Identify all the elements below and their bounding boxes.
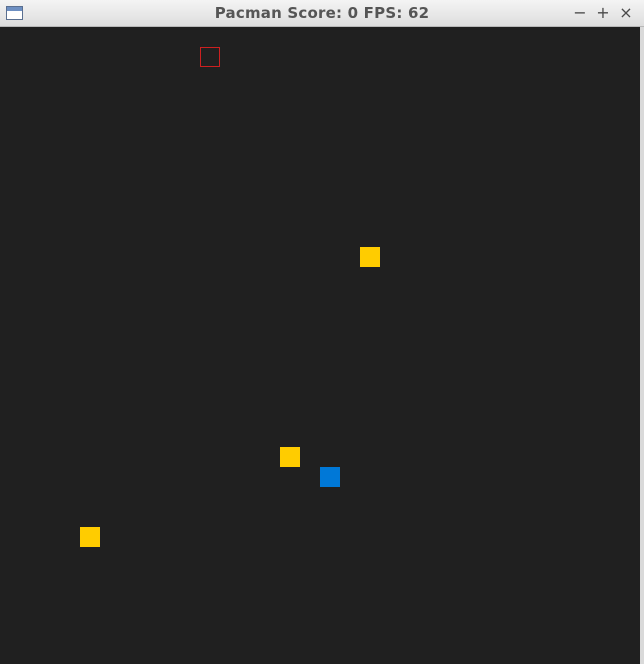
pellet [280, 447, 300, 467]
ghost [200, 47, 220, 67]
close-button[interactable]: × [617, 3, 635, 23]
pellet [360, 247, 380, 267]
window-border [640, 27, 644, 664]
title-bar[interactable]: Pacman Score: 0 FPS: 62 − + × [0, 0, 644, 27]
game-window: Pacman Score: 0 FPS: 62 − + × [0, 0, 644, 664]
game-canvas[interactable] [0, 27, 640, 664]
window-title: Pacman Score: 0 FPS: 62 [214, 4, 430, 22]
maximize-button[interactable]: + [594, 3, 612, 23]
player [320, 467, 340, 487]
pellet [80, 527, 100, 547]
minimize-button[interactable]: − [571, 3, 589, 23]
